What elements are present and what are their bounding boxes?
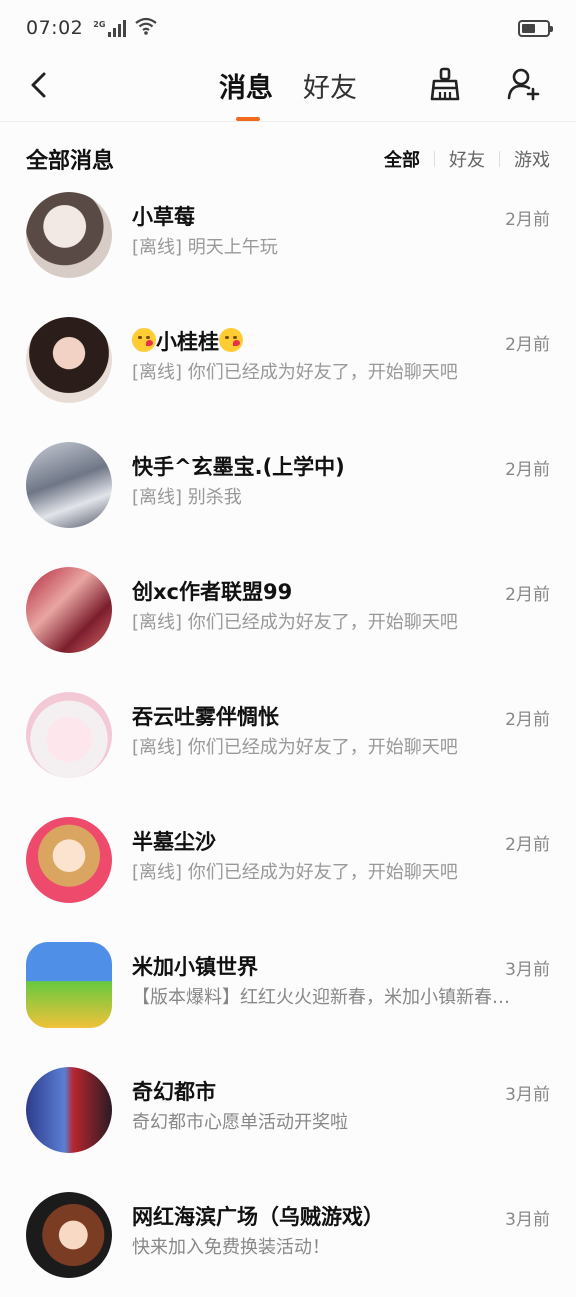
message-time: 3月前	[505, 1210, 550, 1230]
conversation-item[interactable]: 快手^玄墨宝.(上学中) [离线] 别杀我 2月前	[0, 422, 576, 547]
message-preview: [离线] 你们已经成为好友了，开始聊天吧	[132, 612, 458, 633]
avatar	[26, 1192, 112, 1278]
message-time: 3月前	[505, 1085, 550, 1105]
avatar	[26, 692, 112, 778]
conversation-item[interactable]: 网红海滨广场（乌贼游戏） 快来加入免费换装活动！ 3月前	[0, 1172, 576, 1297]
message-filters: 全部 好友 游戏	[384, 146, 550, 172]
top-nav: 消息 好友	[0, 56, 576, 122]
avatar	[26, 192, 112, 278]
message-time: 2月前	[505, 585, 550, 605]
chevron-left-icon	[31, 72, 46, 98]
conversation-item[interactable]: 小草莓 [离线] 明天上午玩 2月前	[0, 172, 576, 297]
conversation-item[interactable]: 吞云吐雾伴惆怅 [离线] 你们已经成为好友了，开始聊天吧 2月前	[0, 672, 576, 797]
message-preview: [离线] 你们已经成为好友了，开始聊天吧	[132, 737, 458, 758]
message-time: 2月前	[505, 210, 550, 230]
clear-messages-button[interactable]	[425, 64, 465, 104]
add-user-icon	[507, 68, 540, 101]
signal-icon: 2G	[93, 19, 127, 37]
kiss-emoji-icon	[132, 328, 156, 352]
message-preview: [离线] 你们已经成为好友了，开始聊天吧	[132, 362, 458, 383]
contact-name: 半墓尘沙	[132, 830, 216, 854]
back-button[interactable]	[22, 68, 56, 102]
add-friend-button[interactable]	[504, 64, 544, 104]
contact-name: 米加小镇世界	[132, 955, 258, 979]
message-preview: [离线] 明天上午玩	[132, 237, 278, 258]
avatar	[26, 1067, 112, 1153]
message-preview: [离线] 别杀我	[132, 487, 242, 508]
avatar	[26, 942, 112, 1028]
conversation-item[interactable]: 米加小镇世界 【版本爆料】红红火火迎新春，米加小镇新春… 3月前	[0, 922, 576, 1047]
message-time: 2月前	[505, 335, 550, 355]
contact-name: 吞云吐雾伴惆怅	[132, 705, 279, 729]
divider	[499, 151, 500, 167]
message-time: 2月前	[505, 460, 550, 480]
message-preview: 奇幻都市心愿单活动开奖啦	[132, 1112, 348, 1133]
message-preview: 【版本爆料】红红火火迎新春，米加小镇新春…	[132, 987, 510, 1008]
avatar	[26, 817, 112, 903]
list-title: 全部消息	[26, 149, 115, 174]
message-time: 2月前	[505, 835, 550, 855]
message-preview: [离线] 你们已经成为好友了，开始聊天吧	[132, 862, 458, 883]
kiss-emoji-icon	[219, 328, 243, 352]
message-preview: 快来加入免费换装活动！	[132, 1237, 330, 1258]
filter-all[interactable]: 全部	[384, 146, 420, 172]
conversation-item[interactable]: 奇幻都市 奇幻都市心愿单活动开奖啦 3月前	[0, 1047, 576, 1172]
status-time: 07:02	[26, 17, 84, 39]
divider	[434, 151, 435, 167]
conversation-item[interactable]: 半墓尘沙 [离线] 你们已经成为好友了，开始聊天吧 2月前	[0, 797, 576, 922]
tab-messages[interactable]: 消息	[219, 66, 273, 105]
conversation-item[interactable]: 创xc作者联盟99 [离线] 你们已经成为好友了，开始聊天吧 2月前	[0, 547, 576, 672]
filter-friends[interactable]: 好友	[449, 146, 485, 172]
message-time: 3月前	[505, 960, 550, 980]
broom-icon	[430, 67, 460, 101]
conversation-item[interactable]: 小桂桂 [离线] 你们已经成为好友了，开始聊天吧 2月前	[0, 297, 576, 422]
tab-friends[interactable]: 好友	[303, 66, 357, 105]
battery-icon	[518, 20, 553, 37]
avatar	[26, 567, 112, 653]
message-time: 2月前	[505, 710, 550, 730]
contact-name: 小草莓	[132, 205, 195, 229]
wifi-icon	[134, 17, 158, 39]
active-tab-indicator	[236, 117, 260, 121]
contact-name: 网红海滨广场（乌贼游戏）	[132, 1205, 384, 1229]
contact-name: 奇幻都市	[132, 1080, 216, 1104]
filter-games[interactable]: 游戏	[514, 146, 550, 172]
contact-name: 快手^玄墨宝.(上学中)	[132, 455, 345, 479]
contact-name: 小桂桂	[132, 326, 243, 356]
avatar	[26, 317, 112, 403]
conversation-list: 小草莓 [离线] 明天上午玩 2月前 小桂桂 [离线] 你们已经成为好友了，开始…	[0, 172, 576, 1297]
avatar	[26, 442, 112, 528]
contact-name: 创xc作者联盟99	[132, 580, 293, 604]
status-bar: 07:02 2G	[0, 0, 576, 56]
